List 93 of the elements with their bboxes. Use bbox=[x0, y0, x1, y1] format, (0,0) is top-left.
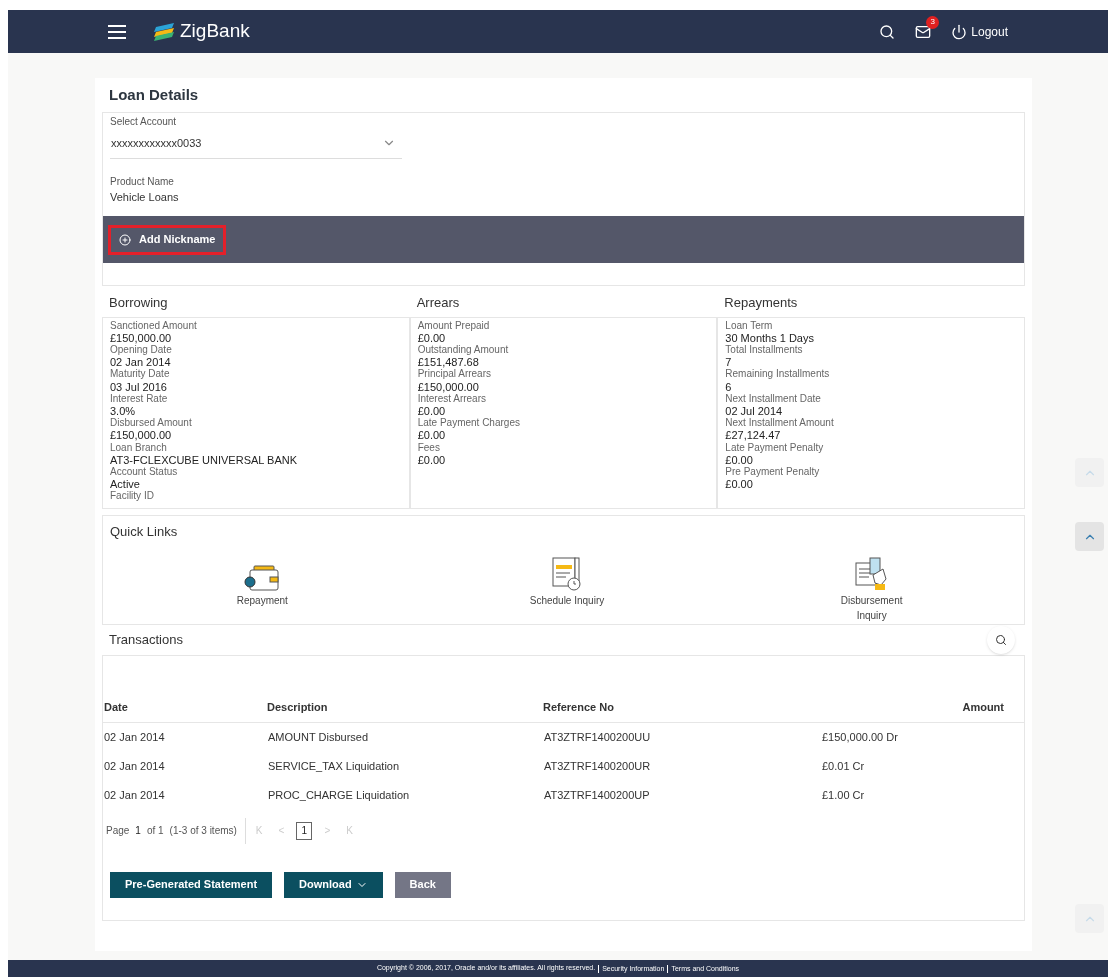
field-label: Interest Arrears bbox=[417, 392, 487, 405]
field-label: Select Account bbox=[110, 114, 178, 129]
field-value: £0.00 bbox=[417, 404, 447, 418]
field-label: Facility ID bbox=[110, 490, 155, 503]
quick-link[interactable]: Schedule Inquiry bbox=[414, 547, 720, 623]
field-value: 6 bbox=[725, 380, 733, 393]
field-label: Disbursed Amount bbox=[110, 417, 193, 430]
field-label: Fees bbox=[417, 441, 441, 454]
field-label: Late Payment Charges bbox=[417, 417, 521, 430]
column-header: Date bbox=[103, 692, 267, 723]
field-value: £0.00 bbox=[417, 429, 447, 442]
column-header: Description bbox=[267, 692, 543, 723]
section-title: Transactions bbox=[109, 630, 183, 649]
field-value: £0.00 bbox=[725, 453, 754, 466]
logo-icon bbox=[154, 22, 176, 41]
field-label: Interest Rate bbox=[110, 392, 169, 405]
field-value: AT3-FCLEXCUBE UNIVERSAL BANK bbox=[110, 453, 299, 466]
field-label: Next Installment Amount bbox=[725, 417, 835, 430]
field-value: 30 Months 1 Days bbox=[725, 331, 815, 344]
search-icon[interactable] bbox=[879, 23, 896, 40]
section-title: Arrears bbox=[415, 294, 461, 312]
section-title: Quick Links bbox=[110, 522, 179, 541]
document-clock-icon bbox=[552, 557, 582, 591]
quick-link[interactable]: Disbursement Inquiry bbox=[719, 547, 1024, 623]
table-cell-text: 02 Jan 2014 bbox=[103, 758, 166, 774]
field-label: Next Installment Date bbox=[725, 392, 822, 405]
plus-circle-icon bbox=[119, 233, 131, 246]
table-cell-text: SERVICE_TAX Liquidation bbox=[267, 758, 401, 774]
quick-link[interactable]: Repayment bbox=[110, 547, 415, 623]
item-count: (1-3 of 3 items) bbox=[169, 817, 246, 844]
search-button[interactable] bbox=[987, 625, 1015, 654]
table-cell-text: PROC_CHARGE Liquidation bbox=[267, 787, 411, 803]
table-cell-text: 02 Jan 2014 bbox=[103, 787, 166, 803]
column-header: Reference No bbox=[543, 692, 821, 723]
document-hand-icon bbox=[854, 557, 889, 591]
field-label: Outstanding Amount bbox=[417, 343, 510, 357]
field-value: £151,487.68 bbox=[417, 356, 480, 369]
add-nickname-button[interactable]: Add Nickname bbox=[108, 224, 227, 255]
search-icon bbox=[995, 633, 1007, 646]
notification-badge: 3 bbox=[926, 15, 940, 29]
page-count: of 1 bbox=[146, 824, 164, 838]
page-number: 1 bbox=[135, 824, 141, 838]
field-label: Loan Term bbox=[725, 319, 774, 332]
field-label: Product Name bbox=[110, 174, 175, 189]
power-icon bbox=[951, 23, 968, 40]
field-label: Total Installments bbox=[725, 343, 803, 357]
field-label: Maturity Date bbox=[110, 368, 171, 381]
page-label: Page bbox=[106, 824, 130, 838]
field-value: £150,000.00 bbox=[110, 429, 173, 442]
field-value: £150,000.00 bbox=[110, 331, 173, 344]
section-title: Borrowing bbox=[108, 294, 169, 312]
statement-button[interactable]: Pre-Generated Statement bbox=[110, 871, 273, 898]
field-label: Late Payment Penalty bbox=[725, 441, 825, 454]
mail-icon[interactable] bbox=[915, 23, 932, 40]
field-label: Opening Date bbox=[110, 343, 173, 357]
field-value: £27,124.47 bbox=[725, 429, 782, 442]
table-cell: AT3ZTRF1400200UU bbox=[543, 722, 821, 752]
field-value: £0.00 bbox=[725, 478, 754, 491]
table-cell-text: AT3ZTRF1400200UP bbox=[543, 787, 651, 803]
field-value: £0.00 bbox=[417, 331, 447, 344]
page-title: Loan Details bbox=[108, 85, 200, 105]
section-title: Repayments bbox=[723, 294, 799, 312]
table-cell: £150,000.00 Dr bbox=[821, 722, 1024, 752]
field-value: 03 Jul 2016 bbox=[110, 380, 168, 393]
logout-button[interactable]: Logout bbox=[951, 22, 1008, 41]
table-cell: AMOUNT Disbursed bbox=[267, 722, 543, 752]
field-label: Sanctioned Amount bbox=[110, 319, 198, 332]
wallet-icon bbox=[244, 565, 281, 591]
table-cell-text: £0.01 Cr bbox=[821, 758, 866, 774]
field-value: 02 Jan 2014 bbox=[110, 356, 172, 369]
field-value: Active bbox=[110, 478, 141, 491]
field-value: £150,000.00 bbox=[417, 380, 480, 393]
field-value: £0.00 bbox=[417, 453, 447, 466]
field-label: Remaining Installments bbox=[725, 368, 831, 381]
field-value: 3.0% bbox=[110, 404, 137, 418]
field-value: 02 Jul 2014 bbox=[725, 404, 784, 418]
field-value: Vehicle Loans bbox=[110, 189, 180, 205]
account-select[interactable]: xxxxxxxxxxxx0033 bbox=[110, 128, 402, 159]
column-header: Amount bbox=[821, 692, 1024, 723]
current-page-button[interactable]: 1 bbox=[296, 821, 313, 840]
table-cell-text: AT3ZTRF1400200UR bbox=[543, 758, 652, 774]
brand-name: ZigBank bbox=[180, 19, 250, 44]
field-label: Amount Prepaid bbox=[417, 319, 491, 332]
table-cell-text: £1.00 Cr bbox=[821, 787, 866, 803]
download-button[interactable]: Download bbox=[284, 871, 383, 898]
menu-icon[interactable] bbox=[108, 24, 126, 39]
field-label: Account Status bbox=[110, 465, 179, 479]
field-label: Principal Arrears bbox=[417, 368, 492, 381]
field-label: Pre Payment Penalty bbox=[725, 465, 821, 479]
table-cell: 02 Jan 2014 bbox=[103, 722, 267, 752]
back-button[interactable]: Back bbox=[394, 871, 451, 898]
field-value: 7 bbox=[725, 356, 733, 369]
field-label: Loan Branch bbox=[110, 441, 168, 454]
